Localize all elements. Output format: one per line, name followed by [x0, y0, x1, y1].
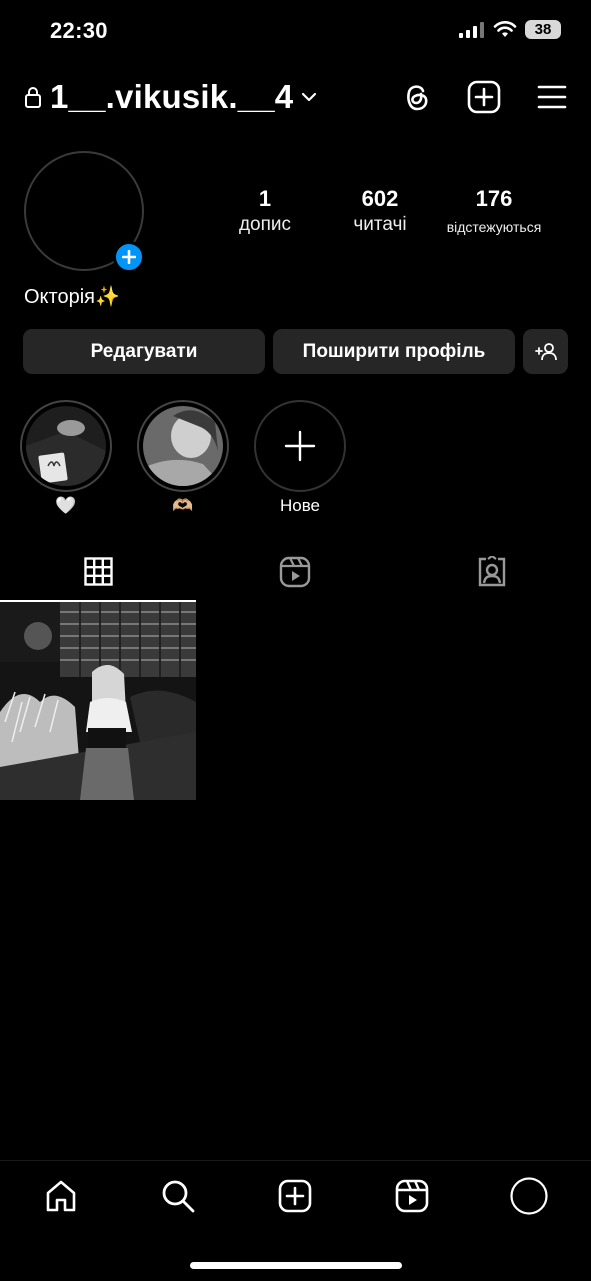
highlight-label-2: 🫶🏼 — [172, 496, 194, 515]
add-story-button[interactable] — [113, 241, 145, 273]
followers-count-label: читачі — [353, 214, 407, 235]
reels-icon[interactable] — [279, 556, 311, 588]
story-highlight-1[interactable] — [20, 400, 112, 492]
create-post-icon[interactable] — [467, 80, 501, 114]
share-profile-button[interactable]: Поширити профіль — [273, 329, 515, 374]
post-thumbnail[interactable] — [0, 602, 196, 800]
highlight-label-1: 🤍 — [55, 496, 77, 515]
posts-count-value: 1 — [258, 186, 272, 211]
following-count-value: 176 — [475, 186, 513, 211]
display-name: Окторія✨ — [24, 286, 120, 308]
highlight-cover-1 — [26, 406, 106, 486]
home-indicator — [190, 1262, 402, 1269]
create-icon — [278, 1179, 312, 1213]
following-count-label: відстежуються — [446, 219, 542, 235]
battery-indicator: 38 — [525, 20, 561, 39]
profile-username: 1__.vikusik.__4 — [50, 78, 294, 115]
create-nav-button[interactable] — [276, 1177, 314, 1215]
story-highlight-2[interactable] — [137, 400, 229, 492]
following-count[interactable]: 176 відстежуються — [438, 186, 550, 235]
home-nav-button[interactable] — [42, 1177, 80, 1215]
lock-icon — [25, 87, 41, 108]
threads-icon[interactable] — [401, 80, 431, 114]
profile-nav-button[interactable] — [510, 1177, 548, 1215]
highlight-cover-2 — [143, 406, 223, 486]
home-icon — [46, 1180, 76, 1212]
followers-count[interactable]: 602 читачі — [340, 186, 420, 236]
chevron-down-icon — [302, 92, 317, 102]
plus-icon — [284, 430, 316, 462]
posts-count[interactable]: 1 допис — [228, 186, 302, 236]
wifi-icon — [493, 21, 517, 37]
grid-icon[interactable] — [84, 557, 113, 586]
new-highlight-label: Нове — [279, 496, 321, 515]
reels-nav-button[interactable] — [393, 1177, 431, 1215]
posts-count-label: допис — [238, 214, 292, 235]
reels-icon — [395, 1179, 429, 1213]
discover-people-button[interactable] — [523, 329, 568, 374]
tagged-icon[interactable] — [476, 556, 508, 588]
add-person-icon — [534, 342, 557, 360]
status-time: 22:30 — [50, 18, 108, 43]
profile-avatar-icon — [510, 1177, 548, 1215]
search-nav-button[interactable] — [159, 1177, 197, 1215]
signal-icon — [459, 21, 484, 38]
search-icon — [162, 1180, 195, 1213]
edit-profile-button[interactable]: Редагувати — [23, 329, 265, 374]
status-icons: 38 — [459, 20, 561, 39]
header-actions — [401, 80, 567, 114]
account-switcher[interactable]: 1__.vikusik.__4 — [24, 78, 317, 116]
followers-count-value: 602 — [361, 186, 399, 211]
plus-icon — [122, 250, 136, 264]
new-highlight-button[interactable] — [254, 400, 346, 492]
menu-icon[interactable] — [537, 84, 567, 110]
